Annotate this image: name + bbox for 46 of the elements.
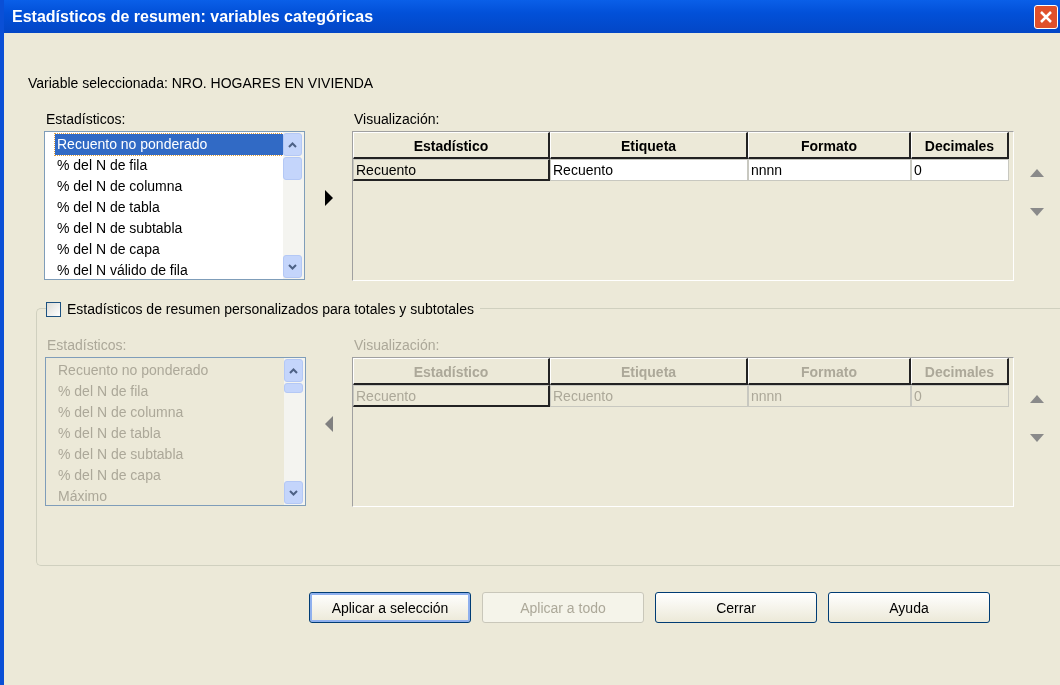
table-cell: Recuento: [353, 159, 550, 181]
statistics-list-item[interactable]: % del N válido de fila: [55, 260, 283, 279]
scroll-down-button[interactable]: [284, 481, 303, 504]
table-cell: nnnn: [748, 159, 911, 181]
statistics-listbox[interactable]: Recuento no ponderado % del N de fila % del N de columna % del N de tabla % del N de subtabla % del N de capa % del N válido de fila: [44, 131, 305, 280]
statistics-list-item[interactable]: % del N de fila: [55, 155, 283, 176]
statistics-label: Estadísticos:: [46, 337, 128, 353]
table-cell: 0: [911, 159, 1009, 181]
statistics-list-item[interactable]: % del N de tabla: [55, 197, 283, 218]
scrollbar-thumb[interactable]: [283, 157, 302, 180]
chevron-up-icon: [288, 141, 297, 148]
statistics-list-item[interactable]: % del N de subtabla: [55, 218, 283, 239]
display-label: Visualización:: [353, 337, 441, 353]
move-right-arrow-icon[interactable]: [324, 190, 333, 206]
dialog-button[interactable]: Cerrar: [655, 592, 817, 623]
table-cell: Recuento: [550, 159, 748, 181]
chevron-up-icon: [289, 367, 298, 374]
dialog-button[interactable]: Aplicar a selección: [309, 592, 471, 623]
table-cell: Recuento: [353, 385, 550, 407]
close-icon: [1039, 9, 1053, 24]
dialog-button[interactable]: Ayuda: [828, 592, 990, 623]
display-table[interactable]: Estadístico Etiqueta Formato Decimales Recuento Recuento nnnn 0: [352, 131, 1014, 281]
move-left-arrow-icon[interactable]: [325, 416, 333, 432]
statistics-list-item[interactable]: Recuento no ponderado: [55, 134, 283, 155]
move-up-arrow-icon[interactable]: [1030, 395, 1044, 403]
scroll-up-button[interactable]: [283, 133, 302, 156]
chevron-down-icon: [289, 489, 298, 496]
display-label: Visualización:: [353, 111, 441, 127]
statistics-list-item[interactable]: % del N de capa: [55, 239, 283, 260]
window-title: Estadísticos de resumen: variables categóricas: [11, 7, 374, 26]
table-cell: nnnn: [748, 385, 911, 407]
scrollbar-thumb[interactable]: [284, 383, 303, 393]
move-down-arrow-icon[interactable]: [1030, 434, 1044, 442]
move-down-arrow-icon[interactable]: [1030, 208, 1044, 216]
checkbox[interactable]: [46, 301, 61, 317]
close-button[interactable]: [1034, 4, 1058, 29]
statistics-label: Estadísticos:: [45, 111, 127, 127]
checkbox-label: Estadísticos de resumen personalizados para totales y subtotales: [67, 301, 474, 317]
table-cell: Recuento: [550, 385, 748, 407]
scroll-up-button[interactable]: [284, 359, 303, 382]
table-cell: 0: [911, 385, 1009, 407]
chevron-down-icon: [288, 263, 297, 270]
scroll-down-button[interactable]: [283, 255, 302, 278]
selected-variable-label: Variable seleccionada: NRO. HOGARES EN VIVIENDA: [28, 75, 375, 93]
move-up-arrow-icon[interactable]: [1030, 169, 1044, 177]
statistics-list-item[interactable]: % del N de columna: [55, 176, 283, 197]
